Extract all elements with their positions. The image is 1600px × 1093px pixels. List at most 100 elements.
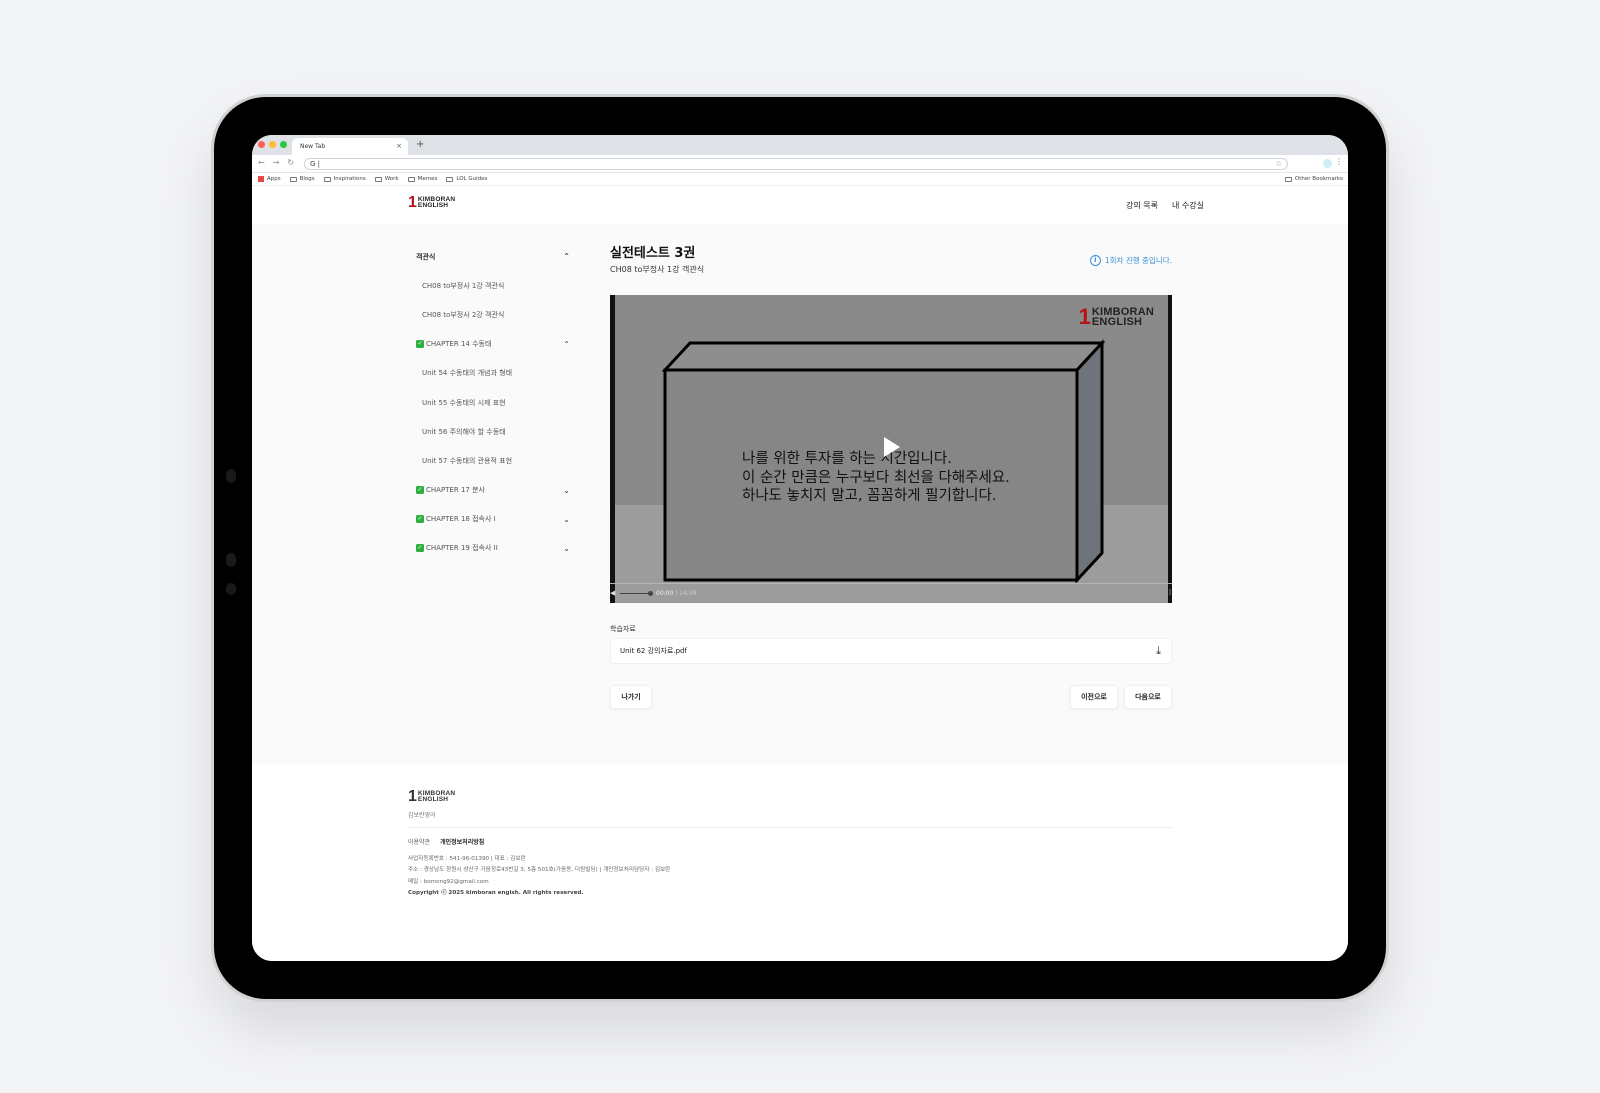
sidebar-chapter[interactable]: ✓ CHAPTER 18 접속사 I ⌄: [410, 505, 580, 534]
volume-slider[interactable]: [620, 593, 650, 594]
check-icon: ✓: [416, 486, 424, 495]
seek-bar[interactable]: [610, 583, 1172, 584]
overlay-line: 하나도 놓치지 말고, 꼼꼼하게 필기합니다.: [742, 488, 997, 504]
logo-mark: 1: [408, 788, 417, 805]
sidebar-item-label: CHAPTER 14 수동태: [426, 340, 492, 349]
chevron-down-icon[interactable]: ⌄: [563, 486, 570, 495]
nav-lecture-list[interactable]: 강의 목록: [1126, 200, 1158, 211]
bookmark-label: Memes: [417, 176, 438, 182]
exit-button[interactable]: 나가기: [610, 685, 652, 709]
bookmark-item[interactable]: Apps: [258, 176, 281, 182]
company-address: 주소 : 경상남도 창원시 성산구 가음정로43번길 3, 5층 501호(가음…: [408, 867, 671, 874]
other-bookmarks[interactable]: Other Bookmarks: [1284, 176, 1343, 182]
bookmark-label: Blogs: [299, 176, 315, 182]
site-header: 1 KIMBORAN ENGLISH 강의 목록 내 수강실: [252, 186, 1348, 224]
sidebar-item[interactable]: Unit 56 주의해야 할 수동태: [410, 417, 580, 446]
volume-knob[interactable]: [648, 591, 653, 596]
material-file-row[interactable]: Unit 62 강의자료.pdf ⤓: [610, 638, 1172, 664]
sidebar-chapter[interactable]: ✓ CHAPTER 14 수동태 ⌃: [410, 330, 580, 359]
device-button: [226, 583, 236, 595]
sidebar-chapter[interactable]: ✓ CHAPTER 19 접속사 II ⌄: [410, 534, 580, 563]
progress-note: i 1회차 진행 중입니다.: [1089, 255, 1172, 266]
play-icon[interactable]: [884, 437, 900, 457]
nav-my-classroom[interactable]: 내 수강실: [1172, 200, 1204, 211]
overlay-line: 이 순간 만큼은 누구보다 최선을 다해주세요.: [742, 469, 1010, 486]
sidebar-item-label: Unit 56 주의해야 할 수동태: [422, 427, 506, 436]
fullscreen-icon[interactable]: |: [1169, 589, 1171, 596]
chevron-down-icon[interactable]: ⌄: [563, 515, 570, 524]
address-bar[interactable]: G | ☆: [304, 158, 1288, 170]
bookmark-item[interactable]: Work: [374, 176, 399, 182]
check-icon: ✓: [416, 340, 424, 349]
sidebar-chapter[interactable]: ✓ CHAPTER 17 분사 ⌄: [410, 476, 580, 505]
minimize-window-button[interactable]: [269, 141, 276, 148]
sidebar-item[interactable]: CH08 to부정사 1강 객관식: [410, 271, 580, 300]
sidebar-item[interactable]: Unit 57 수동태의 관용적 표현: [410, 446, 580, 475]
sidebar-group-label: 객관식: [416, 252, 436, 261]
footer-logo: 1 KIMBORAN ENGLISH: [408, 788, 455, 805]
video-watermark-logo: 1 KIMBORAN ENGLISH: [1079, 306, 1154, 328]
sidebar-item-label: CH08 to부정사 2강 객관식: [422, 310, 505, 319]
logo-text: KIMBORAN ENGLISH: [417, 790, 455, 804]
folder-icon: [446, 176, 454, 182]
site-logo[interactable]: 1 KIMBORAN ENGLISH: [408, 195, 455, 211]
sidebar-item-label: Unit 55 수동태의 시제 표현: [422, 398, 506, 407]
bookmarks-bar: Apps Blogs Inspirations Work Memes LOL Guides…: [252, 173, 1348, 186]
browser-menu-icon[interactable]: ⋮: [1335, 157, 1343, 166]
lecture-sidebar: 객관식 ⌃ CH08 to부정사 1강 객관식 CH08 to부정사 2강 객관식…: [410, 242, 580, 563]
logo-text: KIMBORAN ENGLISH: [418, 196, 455, 210]
device-button: [226, 553, 236, 567]
bookmarks-list: Apps Blogs Inspirations Work Memes LOL Guides: [258, 176, 487, 182]
screen: New Tab × + ← → ↻ G | ☆ ⋮ Apps Blogs Inspi…: [252, 135, 1348, 961]
download-icon[interactable]: ⤓: [1156, 639, 1161, 663]
sidebar-item[interactable]: Unit 54 수동태의 개념과 형태: [410, 359, 580, 388]
back-icon[interactable]: ←: [258, 158, 265, 167]
nav-buttons: ← → ↻: [258, 158, 294, 167]
browser-tabbar: New Tab × +: [252, 135, 1348, 155]
close-tab-icon[interactable]: ×: [396, 138, 402, 155]
maximize-window-button[interactable]: [280, 141, 287, 148]
material-file-name: Unit 62 강의자료.pdf: [620, 647, 687, 655]
footer-links: 이용약관 개인정보처리방침: [408, 837, 484, 846]
new-tab-button[interactable]: +: [416, 138, 424, 152]
info-icon: i: [1089, 255, 1101, 266]
video-player[interactable]: 1 KIMBORAN ENGLISH 나를 위한 투자를 하는 시간입니다. 이…: [610, 295, 1172, 603]
window-controls: [258, 141, 287, 148]
next-button[interactable]: 다음으로: [1124, 685, 1172, 709]
reload-icon[interactable]: ↻: [287, 158, 294, 167]
chevron-up-icon[interactable]: ⌃: [563, 340, 570, 349]
bookmark-item[interactable]: Blogs: [289, 176, 315, 182]
site-footer: 1 KIMBORAN ENGLISH 김보란영어 이용약관 개인정보처리방침 사…: [252, 764, 1348, 961]
chevron-down-icon[interactable]: ⌄: [563, 544, 570, 553]
contact-email: 메일 : bomong92@gmail.com: [408, 878, 489, 885]
ipad-frame: New Tab × + ← → ↻ G | ☆ ⋮ Apps Blogs Inspi…: [214, 97, 1386, 999]
privacy-link[interactable]: 개인정보처리방침: [440, 837, 484, 846]
close-window-button[interactable]: [258, 141, 265, 148]
sidebar-item[interactable]: CH08 to부정사 2강 객관식: [410, 300, 580, 329]
apps-icon: [258, 176, 264, 182]
sidebar-group-header[interactable]: 객관식 ⌃: [410, 242, 580, 271]
previous-button[interactable]: 이전으로: [1070, 685, 1118, 709]
bookmark-item[interactable]: Memes: [407, 176, 438, 182]
star-icon[interactable]: ☆: [1276, 159, 1282, 169]
sidebar-item[interactable]: Unit 55 수동태의 시제 표현: [410, 388, 580, 417]
volume-icon[interactable]: ◀: [610, 589, 615, 597]
header-nav: 강의 목록 내 수강실: [1126, 200, 1204, 211]
materials-label: 학습자료: [610, 625, 636, 633]
video-edge: [1168, 295, 1172, 603]
profile-avatar[interactable]: [1323, 159, 1332, 168]
video-controls: ◀ 00:00 | 24:09 |: [610, 583, 1172, 603]
forward-icon[interactable]: →: [273, 158, 280, 167]
bookmark-label: Apps: [267, 176, 281, 182]
logo-line-2: ENGLISH: [417, 796, 449, 803]
terms-link[interactable]: 이용약관: [408, 837, 430, 846]
bookmark-item[interactable]: LOL Guides: [446, 176, 487, 182]
check-icon: ✓: [416, 515, 424, 524]
business-info: 사업자등록번호 : 541-96-01390 | 대표 : 김보란: [408, 856, 526, 862]
browser-tab[interactable]: New Tab ×: [292, 138, 408, 155]
bookmark-item[interactable]: Inspirations: [323, 176, 366, 182]
footer-divider: [408, 827, 1172, 828]
overlay-line: 나를 위한 투자를 하는 시간입니다.: [742, 451, 952, 467]
sidebar-items: CH08 to부정사 1강 객관식 CH08 to부정사 2강 객관식 ✓ CHAPT…: [410, 271, 580, 563]
bookmark-label: LOL Guides: [456, 176, 488, 182]
